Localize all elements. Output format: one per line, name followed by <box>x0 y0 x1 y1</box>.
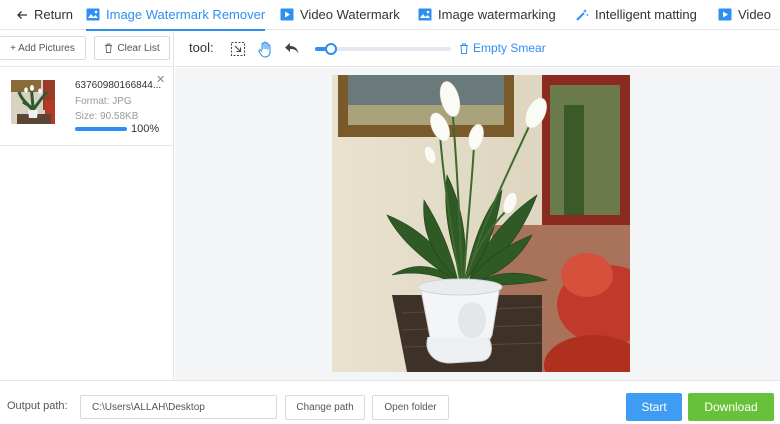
empty-smear-label: Empty Smear <box>473 41 546 55</box>
footer-bar: Output path: Change path Open folder Sta… <box>0 380 780 424</box>
tab-video-watermark[interactable]: Video Watermark <box>280 0 400 30</box>
video-icon <box>280 8 294 21</box>
file-name: 63760980166844... <box>75 80 162 91</box>
tool-label: tool: <box>189 40 214 55</box>
tab-intelligent-matting[interactable]: Intelligent matting <box>575 0 697 30</box>
trash-icon <box>459 43 473 54</box>
return-button[interactable]: Return <box>16 0 73 30</box>
file-list-item[interactable]: 63760980166844... Format: JPG Size: 90.5… <box>0 68 173 146</box>
clear-list-button[interactable]: Clear List <box>94 36 170 60</box>
file-format: Format: JPG <box>75 96 132 107</box>
undo-icon[interactable] <box>283 40 301 58</box>
add-pictures-button[interactable]: + Add Pictures <box>0 36 86 60</box>
slider-handle[interactable] <box>325 43 338 55</box>
output-path-input[interactable] <box>80 395 277 419</box>
download-button[interactable]: Download <box>688 393 774 421</box>
remove-file-icon[interactable]: ✕ <box>156 73 165 86</box>
tab-label: Image Watermark Remover <box>106 7 266 22</box>
edit-toolbar: tool: Empty Smear <box>175 31 780 67</box>
preview-image[interactable] <box>332 75 630 372</box>
file-list-actions: + Add Pictures Clear List <box>0 31 173 67</box>
file-thumbnail <box>11 80 55 124</box>
tab-label: Intelligent matting <box>595 7 697 22</box>
tab-label: Image watermarking <box>438 7 556 22</box>
magic-wand-icon <box>575 8 589 22</box>
arrow-left-icon <box>16 9 28 21</box>
file-progress-bar <box>75 127 127 131</box>
video-icon <box>718 8 732 21</box>
tab-video[interactable]: Video <box>718 0 771 30</box>
tab-image-watermark-remover[interactable]: Image Watermark Remover <box>86 0 266 31</box>
return-label: Return <box>34 7 74 22</box>
empty-smear-button[interactable]: Empty Smear <box>459 41 546 55</box>
image-icon <box>86 8 100 21</box>
file-size: Size: 90.58KB <box>75 111 139 122</box>
image-icon <box>418 8 432 21</box>
brush-size-slider[interactable] <box>315 43 451 55</box>
open-folder-button[interactable]: Open folder <box>372 395 449 420</box>
trash-icon <box>104 43 113 53</box>
change-path-button[interactable]: Change path <box>285 395 365 420</box>
tab-image-watermarking[interactable]: Image watermarking <box>418 0 556 30</box>
file-list-panel: + Add Pictures Clear List 63760980166844… <box>0 31 174 380</box>
tab-label: Video <box>738 7 772 22</box>
selection-tool-icon[interactable] <box>229 40 247 58</box>
preview-canvas[interactable] <box>175 68 780 380</box>
tab-label: Video Watermark <box>300 7 400 22</box>
hand-tool-icon[interactable] <box>256 40 274 58</box>
output-path-label: Output path: <box>7 400 68 412</box>
clear-list-label: Clear List <box>117 42 160 54</box>
file-progress-text: 100% <box>131 123 160 135</box>
start-button[interactable]: Start <box>626 393 682 421</box>
top-nav: Return Image Watermark Remover Video Wat… <box>0 0 780 31</box>
